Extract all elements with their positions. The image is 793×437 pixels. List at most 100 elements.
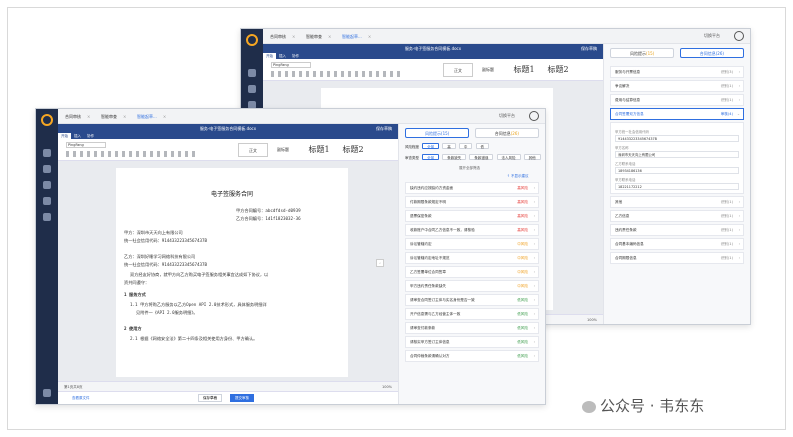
style-h2[interactable]: 标题2 — [338, 143, 368, 157]
doc-page[interactable]: 电子签服务合同 甲方合同编号：abcdfdsd-d0939 乙方合同编号：1d1… — [116, 168, 348, 377]
tab-contract-info[interactable]: 合同信息(26) — [679, 48, 744, 58]
field-detail: 甲方统一社会信用代码 91443322334567437B 甲方名称 深圳市天天… — [610, 122, 744, 194]
doc-title-bar: 服务-电子签服务合同模板.docx 保存草稿 — [58, 124, 398, 133]
risk-item[interactable]: 请核实甲方签订主体信息 低风险 › — [405, 336, 539, 348]
chip-error[interactable]: 条款错误 — [469, 154, 494, 160]
format-toolbar[interactable] — [271, 71, 401, 77]
nav-icon[interactable] — [248, 69, 256, 77]
chip-mid[interactable]: 中 — [458, 143, 473, 149]
field-value[interactable]: 深圳市天天向上有限公司 — [615, 151, 739, 158]
save-draft-link[interactable]: 保存草稿 — [581, 44, 597, 53]
sidebar — [36, 109, 58, 404]
field-item-expanded[interactable]: 合同签署双方信息 审核(4) ⌄ — [610, 108, 744, 120]
risk-item[interactable]: 诉讼管辖约定 中风险 › — [405, 238, 539, 250]
risk-item[interactable]: 退票保密条款 高风险 › — [405, 210, 539, 222]
ribbon: PingFang 正文 副标题 标题1 标题2 — [58, 139, 398, 161]
field-item[interactable]: 服务与开票信息 识别(3) › — [610, 66, 744, 78]
risk-item[interactable]: 诉讼管辖约定地址不规范 中风险 › — [405, 252, 539, 264]
field-label: 甲方名称 — [615, 146, 629, 150]
tab-contract-review[interactable]: 合同审核 × — [267, 33, 298, 41]
nav-icon[interactable] — [43, 197, 51, 205]
chevron-right-icon: › — [533, 256, 535, 260]
tab-risk[interactable]: 风险提示(15) — [610, 48, 675, 58]
style-normal[interactable]: 正文 — [443, 63, 473, 77]
nav-icon[interactable] — [43, 213, 51, 221]
risk-item[interactable]: 请审查付款条款 低风险 › — [405, 322, 539, 334]
style-subtitle[interactable]: 副标题 — [477, 63, 499, 77]
chip-high[interactable]: 高 — [442, 143, 456, 149]
chevron-right-icon: › — [533, 214, 535, 218]
field-item[interactable]: 乙方信息 识别(1) › — [610, 210, 744, 222]
editor-footer: 查看原文件 保存草稿 提交审核 — [58, 391, 398, 404]
chip-all[interactable]: 全部 — [422, 143, 440, 149]
field-item[interactable]: 合同基本编码信息 识别(1) › — [610, 238, 744, 250]
chip-low[interactable]: 低 — [475, 143, 489, 149]
view-original-link[interactable]: 查看原文件 — [72, 396, 90, 401]
style-h1[interactable]: 标题1 — [304, 143, 334, 157]
chip-missing[interactable]: 条款缺失 — [442, 154, 467, 160]
chevron-right-icon: › — [738, 200, 740, 204]
tab-contract-info[interactable]: 合同信息(26) — [474, 128, 539, 138]
review-type-filter: 审查类型 全部 条款缺失 条款错误 法人风险 其他 — [405, 154, 541, 162]
field-item[interactable]: 费用与结算信息 识别(1) › — [610, 94, 744, 106]
style-normal[interactable]: 正文 — [238, 143, 268, 157]
risk-item[interactable]: 付款期限条款规定不明 高风险 › — [405, 196, 539, 208]
field-value[interactable]: 18934186136 — [615, 167, 739, 174]
panel-tabs: 风险提示(15) 合同信息(26) — [405, 128, 539, 138]
risk-item[interactable]: 甲方违约责任条款缺失 中风险 › — [405, 280, 539, 292]
save-draft-link[interactable]: 保存草稿 — [376, 124, 392, 133]
switch-platform[interactable]: 切换平台 — [704, 33, 720, 39]
font-select[interactable]: PingFang — [66, 142, 106, 148]
risk-item[interactable]: 开户信息需与乙方经营主体一致 低风险 › — [405, 308, 539, 320]
font-select[interactable]: PingFang — [271, 62, 311, 68]
wechat-icon — [582, 400, 596, 413]
risk-item[interactable]: 收款账户中合同乙方信息不一致，请核验 高风险 › — [405, 224, 539, 236]
risk-item[interactable]: 请审查合同签订主体与实名身份是否一致 低风险 › — [405, 294, 539, 306]
nav-icon[interactable] — [43, 149, 51, 157]
avatar[interactable] — [734, 31, 744, 41]
risk-item[interactable]: 缺约违约应按缺约方资金面 高风险 › — [405, 182, 539, 194]
field-item[interactable]: 违约责任条款 识别(1) › — [610, 224, 744, 236]
format-toolbar[interactable] — [66, 151, 196, 157]
chevron-right-icon: › — [533, 326, 535, 330]
chip-other[interactable]: 其他 — [523, 154, 541, 160]
nav-icon[interactable] — [248, 85, 256, 93]
tab-risk[interactable]: 风险提示(15) — [405, 128, 470, 138]
chevron-right-icon: › — [533, 228, 535, 232]
field-item[interactable]: 合同期限信息 识别(1) › — [610, 252, 744, 264]
avatar[interactable] — [529, 111, 539, 121]
switch-platform[interactable]: 切换平台 — [499, 113, 515, 119]
menu-icon[interactable] — [43, 389, 51, 397]
tab-smart-draft[interactable]: 智能起草... × — [134, 113, 169, 121]
field-value[interactable]: 91443322334567437B — [615, 135, 739, 142]
field-label: 甲方统一社会信用代码 — [615, 130, 649, 134]
field-value[interactable]: 18221172212 — [615, 183, 739, 190]
nav-icon[interactable] — [43, 165, 51, 173]
side-panel: 风险提示(15) 合同信息(26) 风险程度 全部 高 中 低 审查类型 全部 … — [398, 124, 545, 404]
tab-contract-review[interactable]: 合同审核 × — [62, 113, 93, 121]
collapse-panel-button[interactable]: ‹ — [376, 259, 384, 267]
tab-smart-review[interactable]: 智能审查 × — [303, 33, 334, 41]
field-item[interactable]: 其他 识别(1) › — [610, 196, 744, 208]
tab-smart-review[interactable]: 智能审查 × — [98, 113, 129, 121]
risk-item[interactable]: 乙方签署单位合同签章 中风险 › — [405, 266, 539, 278]
style-h2[interactable]: 标题2 — [543, 63, 573, 77]
style-h1[interactable]: 标题1 — [509, 63, 539, 77]
expand-filters[interactable]: 展开全部筛选 — [459, 164, 480, 172]
sort-hint[interactable]: ↑ 不显示建议 — [507, 172, 529, 180]
field-item[interactable]: 争议解决 识别(1) › — [610, 80, 744, 92]
chevron-right-icon: › — [533, 270, 535, 274]
doc-line: 1 服务方式 — [124, 292, 146, 297]
chip-all[interactable]: 全部 — [422, 154, 440, 160]
nav-icon[interactable] — [43, 181, 51, 189]
chevron-right-icon: › — [533, 312, 535, 316]
chevron-right-icon: › — [738, 256, 740, 260]
submit-review-button[interactable]: 提交审核 — [230, 394, 254, 402]
risk-item[interactable]: 合同仲裁条款请确认对方 低风险 › — [405, 350, 539, 362]
style-subtitle[interactable]: 副标题 — [272, 143, 294, 157]
chip-legal[interactable]: 法人风险 — [496, 154, 521, 160]
tab-smart-draft[interactable]: 智能起草... × — [339, 33, 374, 41]
doc-line: 2.1 根据《网络安全法》第二十四条及相关使用方身份、甲方确认。 — [130, 336, 258, 341]
save-draft-button[interactable]: 保存草稿 — [198, 394, 222, 402]
chevron-right-icon: › — [533, 242, 535, 246]
